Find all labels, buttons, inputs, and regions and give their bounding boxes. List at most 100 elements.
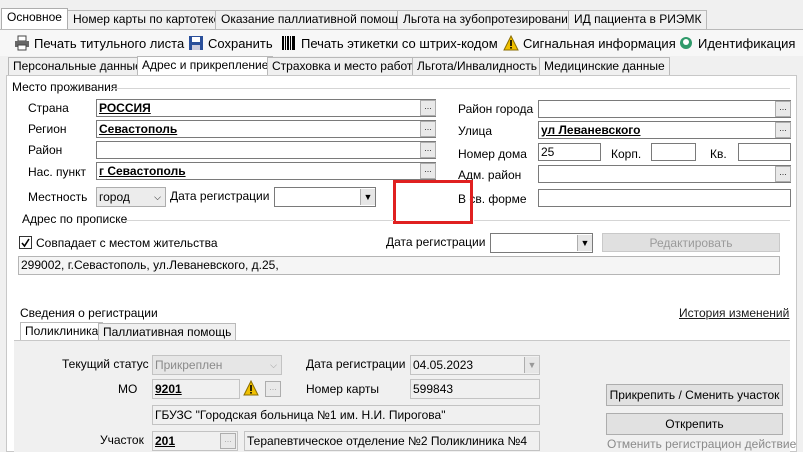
signal-info-label: Сигнальная информация [523,35,676,51]
identification-button[interactable]: Идентификация [678,34,795,52]
chevron-down-icon: ⌵ [154,192,161,202]
full-address-field[interactable]: 299002, г.Севастополь, ул.Леваневского, … [18,256,780,275]
reg-date-info-label: Дата регистрации [306,357,406,371]
tab-main[interactable]: Основное [1,8,68,29]
registration-address-title: Адрес по прописке [22,212,128,226]
tab-medical[interactable]: Медицинские данные [539,57,670,75]
settlement-field[interactable]: г Севастополь [96,162,436,180]
barcode-icon [281,35,297,51]
tab-insurance[interactable]: Страховка и место работы [267,57,427,75]
tab-address[interactable]: Адрес и прикрепление [137,56,274,75]
district-picker-button[interactable]: ... [420,142,436,158]
chevron-down-icon: ⌵ [270,360,277,370]
tab-personal-data[interactable]: Персональные данные [8,57,147,75]
country-field[interactable]: РОССИЯ [96,99,436,117]
same-as-residence-checkbox[interactable] [19,236,32,249]
calendar-dropdown-icon[interactable]: ▼ [577,235,592,251]
apt-field[interactable] [738,143,791,161]
city-district-picker-button[interactable]: ... [775,101,791,117]
toolbar: Печать титульного листа Сохранить Печать… [0,30,803,56]
status-select[interactable]: Прикреплен ⌵ [152,355,282,375]
area-name-field[interactable]: Терапевтическое отделение №2 Поликлиника… [244,431,540,451]
floppy-disk-icon [188,35,204,51]
house-field[interactable]: 25 [538,143,601,161]
free-form-field[interactable] [538,189,791,207]
attach-change-area-button[interactable]: Прикрепить / Сменить участок [606,384,783,406]
tab-palliative-care[interactable]: Паллиативная помощь [98,323,237,341]
tab-polyclinic[interactable]: Поликлиника [20,322,104,341]
reg-date-field[interactable]: ▼ [274,187,376,207]
mo-code-field[interactable]: 9201 [152,379,240,399]
full-address-value: 299002, г.Севастополь, ул.Леваневского, … [21,258,279,272]
locality-select[interactable]: город ⌵ [96,187,166,207]
registration-address-line-right [474,220,790,221]
locality-label: Местность [28,190,88,204]
signal-info-button[interactable]: Сигнальная информация [503,34,676,52]
district-label: Район [28,143,63,157]
status-value: Прикреплен [155,358,223,372]
sub-tab-strip: Персональные данные Адрес и прикрепление… [0,56,803,75]
locality-value: город [99,190,130,204]
house-value: 25 [541,145,555,159]
warning-icon [243,379,259,396]
region-value: Севастополь [99,122,178,136]
adm-district-field[interactable] [538,165,791,183]
reg-date-label: Дата регистрации [170,189,270,203]
street-field[interactable]: ул Леваневского [538,121,791,139]
apt-label: Кв. [710,147,727,161]
cancel-registration-action[interactable]: Отменить регистрацион действие [607,437,796,451]
tab-dental-benefit[interactable]: Льгота на зубопротезирование [397,10,581,29]
check-icon [21,238,30,248]
settlement-label: Нас. пункт [28,165,87,179]
save-label: Сохранить [208,35,273,51]
identification-icon [678,35,694,51]
print-title-label: Печать титульного листа [34,35,185,51]
identification-label: Идентификация [698,35,796,51]
print-barcode-label: Печать этикетки со штрих-кодом [301,35,498,51]
tab-benefit[interactable]: Льгота/Инвалидность [412,57,542,75]
card-number-field[interactable]: 599843 [410,379,540,399]
adm-district-picker-button[interactable]: ... [775,166,791,182]
region-picker-button[interactable]: ... [420,121,436,137]
building-label: Корп. [611,147,642,161]
tab-card-number[interactable]: Номер карты по картотеке [67,10,227,29]
warning-icon [503,34,519,51]
area-code-value: 201 [155,434,176,448]
card-number-label: Номер карты [306,382,379,396]
calendar-dropdown-icon[interactable]: ▼ [360,189,375,205]
area-picker-button[interactable]: ... [220,433,236,449]
reg-date-info-field[interactable]: 04.05.2023 ▼ [410,355,540,375]
residence-group-line [110,88,790,89]
print-title-button[interactable]: Печать титульного листа [14,34,184,52]
area-label: Участок [100,433,144,447]
mo-name-field[interactable]: ГБУЗС "Городская больница №1 им. Н.И. Пи… [152,405,540,425]
tab-patient-id[interactable]: ИД пациента в РИЭМК [568,10,708,29]
tab-palliative[interactable]: Оказание паллиативной помощи [215,10,411,29]
top-tab-strip: Основное Номер карты по картотеке Оказан… [0,8,803,29]
history-link[interactable]: История изменений [679,306,789,320]
mo-name-value: ГБУЗС "Городская больница №1 им. Н.И. Пи… [155,408,446,422]
registration-date-label: Дата регистрации [386,235,486,249]
street-value: ул Леваневского [541,123,641,137]
status-label: Текущий статус [62,357,149,371]
building-field[interactable] [651,143,696,161]
area-name-value: Терапевтическое отделение №2 Поликлиника… [247,434,528,448]
save-button[interactable]: Сохранить [188,34,273,52]
edit-address-button[interactable]: Редактировать [602,233,780,252]
detach-button[interactable]: Открепить [606,413,783,435]
print-barcode-button[interactable]: Печать этикетки со штрих-кодом [281,34,498,52]
settlement-picker-button[interactable]: ... [420,163,436,179]
registration-date-field[interactable]: ▼ [490,233,593,253]
city-district-field[interactable] [538,100,791,118]
region-label: Регион [28,122,67,136]
mo-picker-button[interactable]: ... [265,381,281,397]
street-picker-button[interactable]: ... [775,122,791,138]
region-field[interactable]: Севастополь [96,120,436,138]
card-number-value: 599843 [413,382,454,396]
registration-address-line [124,220,394,221]
mo-code-value: 9201 [155,382,182,396]
same-as-residence-label: Совпадает с местом жительства [36,236,218,250]
district-field[interactable] [96,141,436,159]
highlight-box [393,180,473,224]
country-picker-button[interactable]: ... [420,100,436,116]
